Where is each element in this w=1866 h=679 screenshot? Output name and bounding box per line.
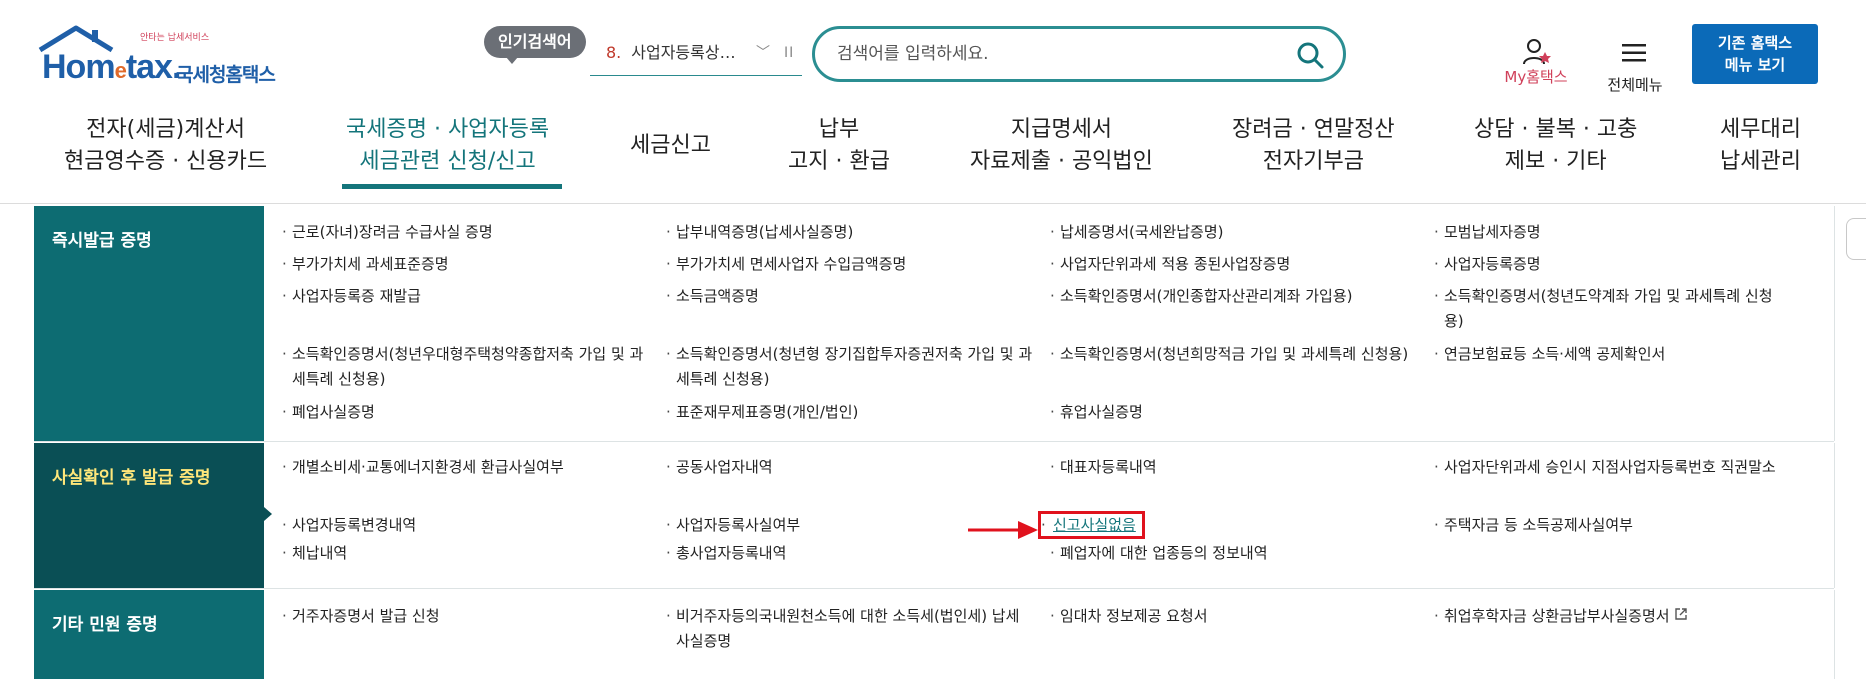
menu-item[interactable]: 모범납세자증명: [1434, 220, 1541, 245]
menu-item[interactable]: 소득확인증명서(청년도약계좌 가입 및 과세특례 신청용): [1434, 284, 1784, 334]
legacy-menu-button[interactable]: 기존 홈택스 메뉴 보기: [1692, 24, 1818, 84]
menu-item[interactable]: 공동사업자내역: [666, 455, 773, 480]
active-caret-icon: [264, 507, 272, 521]
hamburger-menu-icon: [1622, 44, 1646, 62]
header: 안타는 납세서비스 Hometax. 국세청홈택스 인기검색어 8. 사업자등록상…: [0, 0, 1866, 96]
menu-item[interactable]: 사업자등록증명: [1434, 252, 1541, 277]
gnb-incentives-yearend[interactable]: 장려금 · 연말정산 전자기부금: [1232, 114, 1395, 178]
section-title-active: 사실확인 후 발급 증명: [34, 443, 264, 588]
popular-search-word[interactable]: 사업자등록상…: [631, 43, 735, 62]
menu-item[interactable]: 소득금액증명: [666, 284, 759, 309]
my-hometax-button[interactable]: My홈택스: [1496, 36, 1576, 92]
menu-item[interactable]: 임대차 정보제공 요청서: [1050, 604, 1208, 629]
menu-item[interactable]: 비거주자등의국내원천소득에 대한 소득세(법인세) 납세사실증명: [666, 604, 1026, 654]
gnb-certificates-registration[interactable]: 국세증명 · 사업자등록 세금관련 신청/신고: [346, 114, 549, 178]
gnb-tax-agent[interactable]: 세무대리 납세관리: [1720, 114, 1801, 178]
menu-item[interactable]: 취업후학자금 상환금납부사실증명서: [1434, 604, 1688, 629]
gnb-payment[interactable]: 납부 고지 · 환급: [788, 114, 890, 178]
menu-item[interactable]: 개별소비세·교통에너지환경세 환급사실여부: [282, 455, 564, 480]
menu-item[interactable]: 표준재무제표증명(개인/법인): [666, 400, 858, 425]
menu-item[interactable]: 사업자등록사실여부: [666, 513, 800, 538]
logo-korean-name: 국세청홈택스: [176, 64, 276, 86]
menu-item[interactable]: 대표자등록내역: [1050, 455, 1157, 480]
menu-item[interactable]: 부가가치세 과세표준증명: [282, 252, 449, 277]
gnb-payment-statements[interactable]: 지급명세서 자료제출 · 공익법인: [970, 114, 1153, 178]
menu-item[interactable]: 납부내역증명(납세사실증명): [666, 220, 853, 245]
my-hometax-label: My홈택스: [1504, 68, 1568, 86]
menu-item[interactable]: 소득확인증명서(청년형 장기집합투자증권저축 가입 및 과세특례 신청용): [666, 342, 1036, 392]
menu-item[interactable]: 사업자등록변경내역: [282, 513, 416, 538]
all-menu-button[interactable]: 전체메뉴: [1600, 36, 1670, 94]
submenu-panel: 즉시발급 증명 근로(자녀)장려금 수급사실 증명 납부내역증명(납세사실증명)…: [34, 206, 1835, 679]
search-icon[interactable]: [1295, 40, 1325, 70]
logo-tagline: 안타는 납세서비스: [140, 33, 210, 43]
popular-search-badge: 인기검색어: [484, 26, 586, 64]
menu-item[interactable]: 소득확인증명서(청년희망적금 가입 및 과세특례 신청용): [1050, 342, 1410, 367]
gnb-consulting-appeals[interactable]: 상담 · 불복 · 고충 제보 · 기타: [1474, 114, 1637, 178]
chevron-down-icon[interactable]: ﹀: [756, 36, 770, 70]
menu-item[interactable]: 근로(자녀)장려금 수급사실 증명: [282, 220, 493, 245]
all-menu-label: 전체메뉴: [1607, 76, 1663, 94]
pause-icon[interactable]: II: [784, 36, 794, 70]
gnb-einvoice[interactable]: 전자(세금)계산서 현금영수증 · 신용카드: [64, 114, 267, 178]
section-instant-certificates: 즉시발급 증명 근로(자녀)장려금 수급사실 증명 납부내역증명(납세사실증명)…: [34, 206, 1835, 442]
menu-item[interactable]: 휴업사실증명: [1050, 400, 1143, 425]
menu-item[interactable]: 체납내역: [282, 541, 347, 566]
side-scroll-tab[interactable]: [1846, 218, 1866, 260]
menu-item[interactable]: 부가가치세 면세사업자 수입금액증명: [666, 252, 906, 277]
menu-item-no-filing-fact-highlighted[interactable]: 신고사실없음: [1038, 511, 1145, 539]
menu-item[interactable]: 총사업자등록내역: [666, 541, 786, 566]
menu-item[interactable]: 사업자단위과세 승인시 지점사업자등록번호 직권말소: [1434, 455, 1794, 480]
main-navigation: 전자(세금)계산서 현금영수증 · 신용카드 국세증명 · 사업자등록 세금관련 신…: [0, 100, 1866, 204]
section-title: 즉시발급 증명: [34, 206, 264, 441]
hometax-logo[interactable]: 안타는 납세서비스 Hometax. 국세청홈택스: [36, 24, 306, 86]
menu-item[interactable]: 폐업자에 대한 업종등의 정보내역: [1050, 541, 1268, 566]
user-icon: [1523, 39, 1551, 65]
menu-item[interactable]: 폐업사실증명: [282, 400, 375, 425]
search-input[interactable]: [837, 41, 1277, 67]
section-verified-certificates: 사실확인 후 발급 증명 개별소비세·교통에너지환경세 환급사실여부 공동사업자…: [34, 443, 1835, 589]
popular-search-rank: 8.: [606, 43, 622, 62]
menu-item[interactable]: 소득확인증명서(청년우대형주택청약종합저축 가입 및 과세특례 신청용): [282, 342, 652, 392]
gnb-tax-filing[interactable]: 세금신고: [630, 130, 711, 162]
menu-item[interactable]: 연금보험료등 소득·세액 공제확인서: [1434, 342, 1665, 367]
menu-item[interactable]: 거주자증명서 발급 신청: [282, 604, 440, 629]
popular-search-rotator[interactable]: 8. 사업자등록상… ﹀ II: [590, 36, 802, 76]
menu-item[interactable]: 사업자단위과세 적용 종된사업장증명: [1050, 252, 1290, 277]
section-other-certificates: 기타 민원 증명 거주자증명서 발급 신청 비거주자등의국내원천소득에 대한 소…: [34, 590, 1835, 679]
menu-item[interactable]: 사업자등록증 재발급: [282, 284, 421, 309]
logo-wordmark: Hometax.: [42, 48, 181, 86]
menu-item[interactable]: 소득확인증명서(개인종합자산관리계좌 가입용): [1050, 284, 1420, 309]
external-link-icon: [1674, 608, 1687, 620]
menu-item[interactable]: 납세증명서(국세완납증명): [1050, 220, 1224, 245]
menu-item[interactable]: 주택자금 등 소득공제사실여부: [1434, 513, 1633, 538]
red-arrow-annotation-icon: [968, 521, 1038, 539]
search-box: [812, 26, 1346, 82]
active-tab-underline: [342, 184, 562, 189]
section-title: 기타 민원 증명: [34, 590, 264, 679]
